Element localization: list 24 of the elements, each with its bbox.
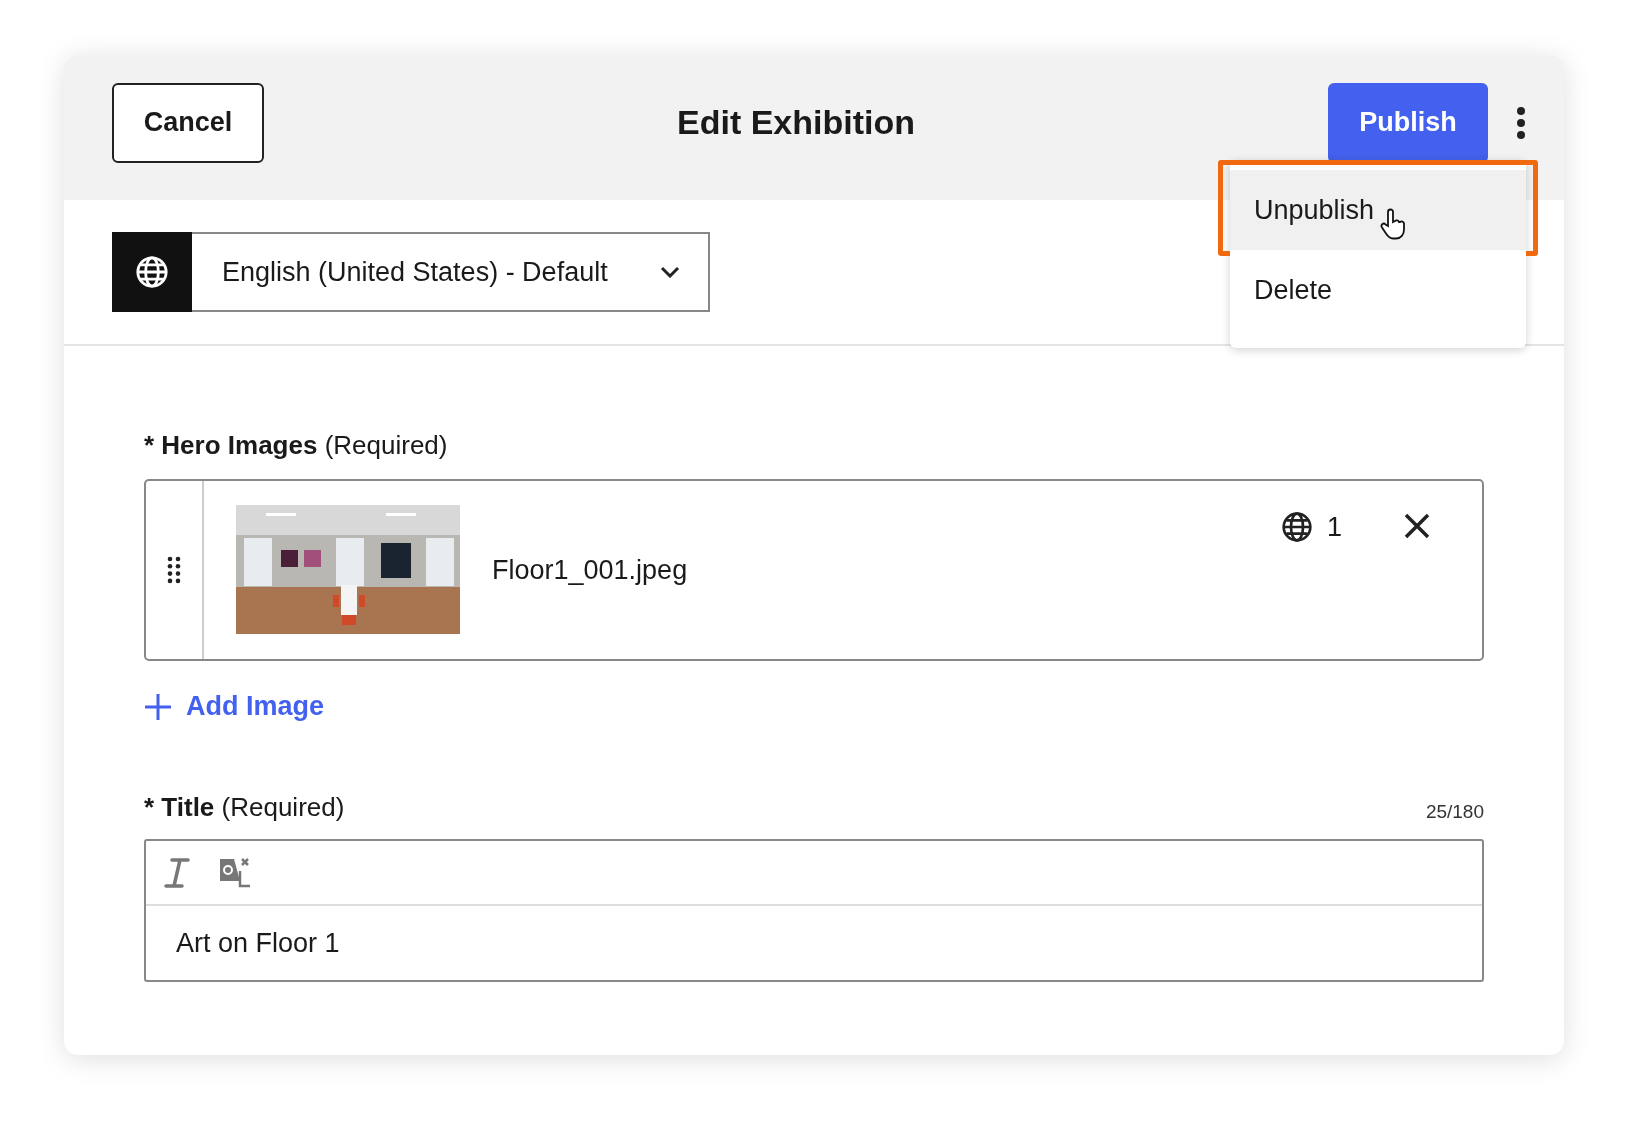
language-select[interactable]: English (United States) - Default [192, 232, 710, 312]
character-count: 25/180 [1425, 801, 1484, 823]
globe-icon [135, 255, 169, 289]
close-button[interactable] [1402, 511, 1432, 541]
publish-button[interactable]: Publish [1328, 82, 1488, 163]
hand-cursor-icon [1380, 208, 1408, 240]
file-name: Floor1_001.jpeg [492, 554, 688, 586]
drag-handle-icon[interactable] [167, 556, 181, 584]
title-text[interactable]: Art on Floor 1 [176, 906, 1452, 980]
add-image-link[interactable]: Add Image [144, 691, 325, 722]
cancel-button[interactable]: Cancel [112, 82, 264, 163]
title-editor[interactable]: Art on Floor 1 [144, 839, 1484, 982]
page-title: Edit Exhibition [677, 103, 915, 142]
globe-icon [1280, 511, 1313, 543]
translate-icon[interactable] [218, 856, 252, 889]
field-label: * Hero Images (Required) [144, 430, 448, 461]
menu-item[interactable]: Delete [1230, 250, 1526, 330]
more-icon[interactable] [1516, 105, 1526, 140]
field-label: * Title (Required) [144, 792, 345, 823]
chevron-down-icon [660, 266, 680, 278]
locale-count: 1 [1326, 511, 1342, 543]
italic-icon[interactable] [164, 856, 190, 889]
plus-icon [144, 692, 172, 721]
menu-item[interactable]: Unpublish [1230, 170, 1526, 250]
